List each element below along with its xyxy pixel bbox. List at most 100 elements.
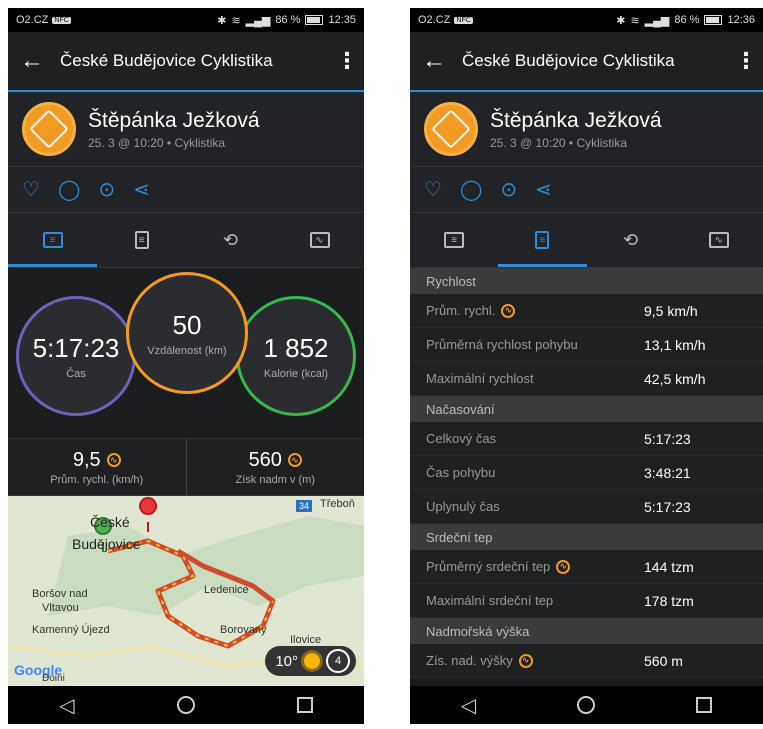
carrier-label: O2.CZ xyxy=(418,14,451,26)
map-label-kamenny: Kamenný Újezd xyxy=(32,624,110,636)
insight-icon[interactable]: ∿ xyxy=(501,303,516,318)
user-name[interactable]: Štěpánka Ježková xyxy=(88,109,260,133)
tab-summary[interactable]: ≡ xyxy=(8,213,97,267)
cycling-badge-icon xyxy=(431,109,471,149)
nav-home-icon[interactable] xyxy=(577,696,596,714)
detail-row: Celkový čas 5:17:23 xyxy=(410,422,763,456)
calories-label: Kalorie (kcal) xyxy=(263,367,329,380)
signal-icon: ▂▄▆ xyxy=(644,14,670,27)
calories-circle: 1 852 Kalorie (kcal) xyxy=(236,296,356,416)
like-heart-icon[interactable]: ♡ xyxy=(424,177,442,202)
nav-recents-icon[interactable] xyxy=(696,697,713,713)
tab-summary[interactable]: ≡ xyxy=(410,213,498,267)
insight-icon: ∿ xyxy=(287,453,302,467)
detail-row: Čas pohybu 3:48:21 xyxy=(410,456,763,490)
distance-circle: 50 Vzdálenost (km) xyxy=(126,272,248,394)
share-icon[interactable]: ⋖ xyxy=(133,177,150,202)
secondary-stats: 9,5 ∿ Prům. rychl. (km/h) 560 ∿ Získ nadm … xyxy=(8,438,364,496)
section-header: Načasování xyxy=(410,396,763,422)
back-arrow-icon[interactable]: ← xyxy=(422,47,462,75)
status-right: ✱ ≋ ▂▄▆ 86 % 12:36 xyxy=(616,14,755,27)
tab-charts[interactable]: ∿ xyxy=(275,213,364,267)
user-name[interactable]: Štěpánka Ježková xyxy=(490,109,662,133)
detail-row: Maximální srdeční tep 178 tzm xyxy=(410,584,763,618)
activity-header: Štěpánka Ježková 25. 3 @ 10:20 • Cyklist… xyxy=(8,92,364,167)
detail-value: 13,1 km/h xyxy=(644,336,706,353)
add-photo-icon[interactable]: ⊙ xyxy=(500,177,517,202)
battery-icon xyxy=(704,15,723,25)
page-title: České Budějovice Cyklistika xyxy=(60,51,273,70)
carrier: O2.CZ NFC xyxy=(418,14,473,26)
map-label-budejovice: Budějovice xyxy=(72,536,141,552)
detail-label: Průměrná rychlost pohybu xyxy=(426,337,578,352)
status-bar: O2.CZ NFC ✱ ≋ ▂▄▆ 86 % 12:36 xyxy=(410,8,763,32)
map-label-ledenice: Ledenice xyxy=(204,584,249,596)
nav-home-icon[interactable] xyxy=(176,696,195,714)
clipboard-icon: ≡ xyxy=(535,231,550,249)
nav-back-icon[interactable]: ◁ xyxy=(461,693,476,718)
wifi-icon: ≋ xyxy=(231,14,241,27)
elevation-gain-label: Získ nadm v (m) xyxy=(235,473,315,486)
tab-details[interactable]: ≡ xyxy=(498,213,587,267)
avatar[interactable] xyxy=(22,102,76,156)
detail-value: 3:48:21 xyxy=(644,464,691,481)
nav-back-icon[interactable]: ◁ xyxy=(59,693,74,718)
comment-icon[interactable]: ◯ xyxy=(460,177,482,202)
detail-value: 560 m xyxy=(644,652,683,669)
add-photo-icon[interactable]: ⊙ xyxy=(98,177,115,202)
cycling-badge-icon xyxy=(29,109,69,149)
activity-tabs: ≡ ≡ ⟲ ∿ xyxy=(410,213,763,268)
social-actions: ♡ ◯ ⊙ ⋖ xyxy=(8,167,364,213)
detail-label: Čas pohybu xyxy=(426,465,496,480)
phone-left-summary: O2.CZ NFC ✱ ≋ ▂▄▆ 86 % 12:35 ← České Budě… xyxy=(8,8,364,724)
map-label-ceske: České xyxy=(90,514,130,530)
phone-right-details: O2.CZ NFC ✱ ≋ ▂▄▆ 86 % 12:36 ← České Budě… xyxy=(410,8,763,724)
detail-row: Průměrná rychlost pohybu 13,1 km/h xyxy=(410,328,763,362)
tab-details[interactable]: ≡ xyxy=(97,213,186,267)
share-icon[interactable]: ⋖ xyxy=(535,177,552,202)
overflow-menu-icon[interactable]: ⋮ xyxy=(735,48,757,74)
sun-icon xyxy=(304,653,320,669)
chart-icon: ∿ xyxy=(708,232,729,248)
temperature: 10° xyxy=(275,652,298,670)
map-label-ilovice: Ilovice xyxy=(290,634,322,646)
section-header: Srdeční tep xyxy=(410,524,763,550)
android-nav-bar: ◁ xyxy=(8,686,364,724)
carrier: O2.CZ NFC xyxy=(16,14,71,26)
detail-label: Celkový čas xyxy=(426,431,497,446)
app-bar: ← České Budějovice Cyklistika ⋮ xyxy=(410,32,763,92)
map-label-borsov: Boršov nad xyxy=(32,588,88,600)
weather-chip[interactable]: 10° 4 xyxy=(265,646,356,676)
detail-value: 9,5 km/h xyxy=(644,302,698,319)
overflow-menu-icon[interactable]: ⋮ xyxy=(336,48,358,74)
detail-value: 5:17:23 xyxy=(644,430,691,447)
detail-label: Průměrný srdeční tep xyxy=(426,559,551,574)
map-label-trebon: Třeboň xyxy=(320,498,355,510)
activity-meta: 25. 3 @ 10:20 • Cyklistika xyxy=(490,135,628,150)
insight-icon[interactable]: ∿ xyxy=(556,559,571,574)
back-arrow-icon[interactable]: ← xyxy=(20,47,60,75)
carrier-label: O2.CZ xyxy=(16,14,49,26)
avg-speed-value: 9,5 xyxy=(72,448,101,471)
tab-laps[interactable]: ⟲ xyxy=(186,213,275,267)
tab-charts[interactable]: ∿ xyxy=(675,213,763,267)
tab-laps[interactable]: ⟲ xyxy=(587,213,675,267)
route-map[interactable]: České Budějovice Boršov nad Vltavou Kame… xyxy=(8,496,364,686)
section-header: Nadmořská výška xyxy=(410,618,763,644)
detail-row: Uplynulý čas 5:17:23 xyxy=(410,490,763,524)
detail-label: Prům. rychl. xyxy=(426,303,496,318)
chart-icon: ∿ xyxy=(309,232,330,248)
time-value: 5:17:23 xyxy=(32,332,120,363)
avatar[interactable] xyxy=(424,102,478,156)
wind-icon: 4 xyxy=(326,649,350,673)
like-heart-icon[interactable]: ♡ xyxy=(22,177,40,202)
summary-icon: ≡ xyxy=(42,232,63,248)
insight-icon[interactable]: ∿ xyxy=(518,653,533,668)
nav-recents-icon[interactable] xyxy=(296,697,313,713)
detail-value: 178 tzm xyxy=(644,592,694,609)
clipboard-icon: ≡ xyxy=(134,231,149,249)
status-right: ✱ ≋ ▂▄▆ 86 % 12:35 xyxy=(217,14,356,27)
map-label-vltavou: Vltavou xyxy=(42,602,79,614)
comment-icon[interactable]: ◯ xyxy=(58,177,80,202)
activity-tabs: ≡ ≡ ⟲ ∿ xyxy=(8,213,364,268)
